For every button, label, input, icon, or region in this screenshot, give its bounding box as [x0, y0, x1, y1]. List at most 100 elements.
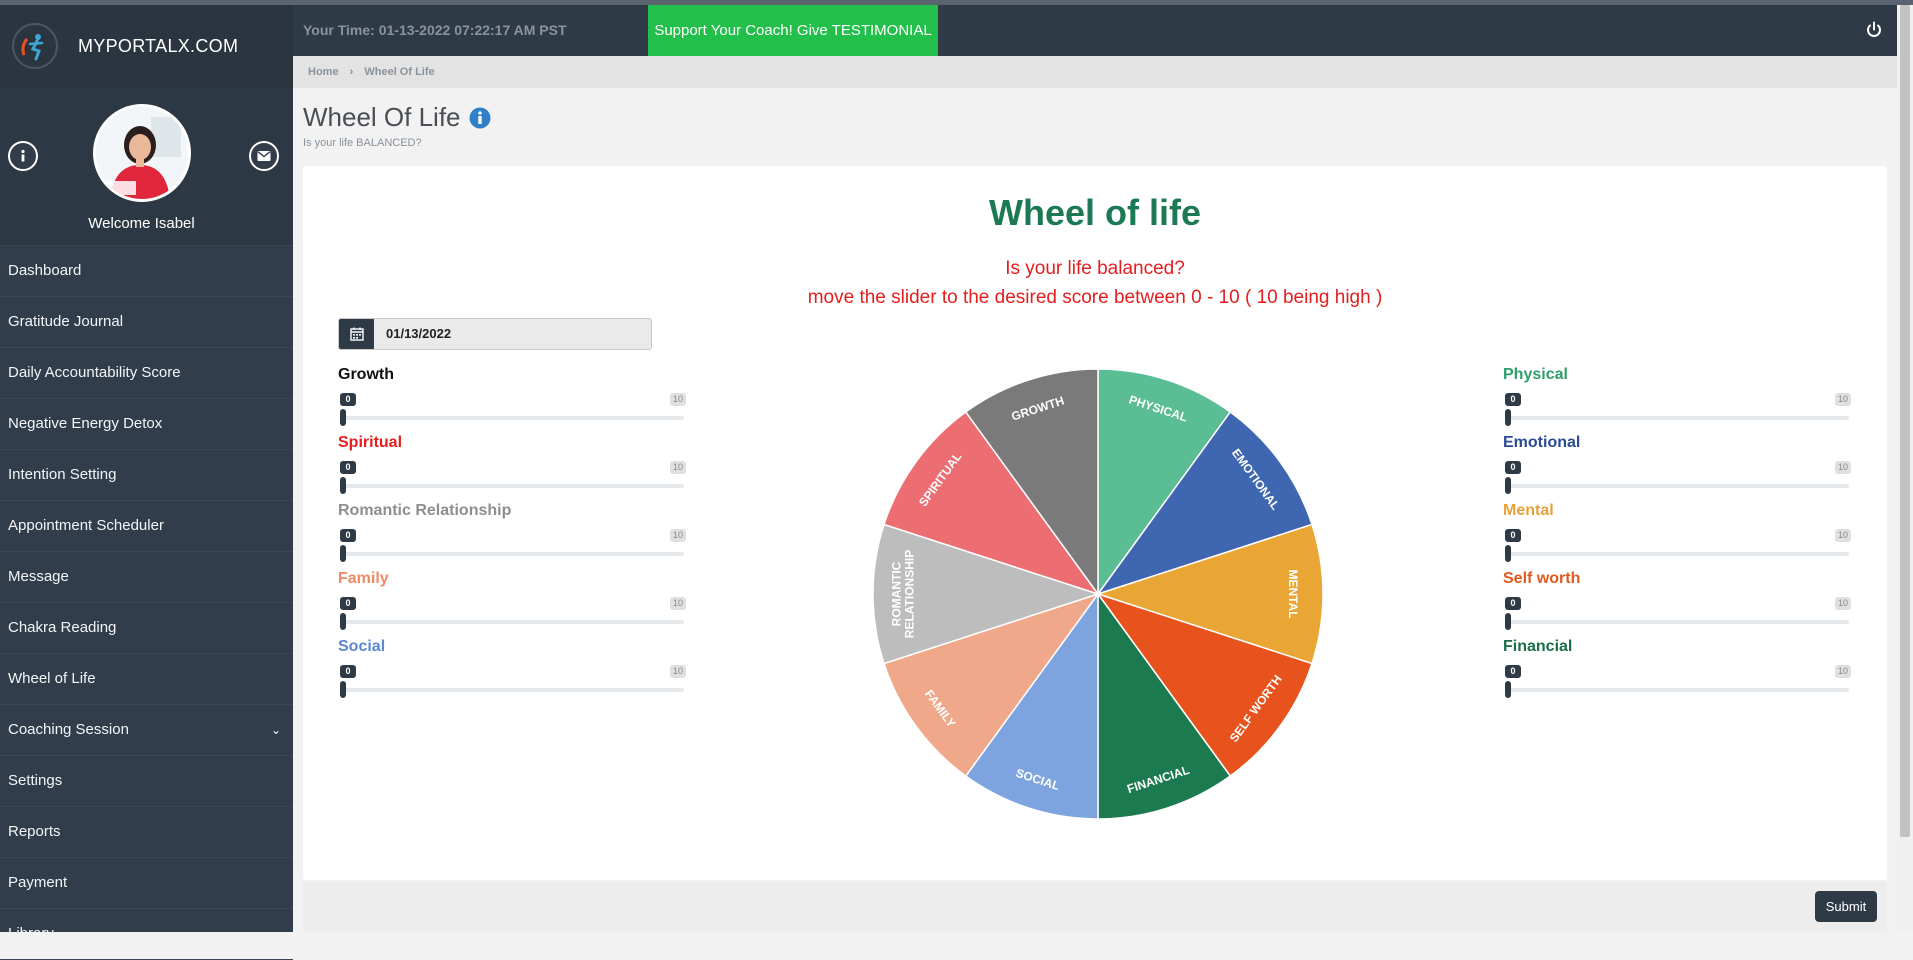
- sidebar-item-settings[interactable]: Settings: [0, 756, 293, 807]
- sidebar-nav: Dashboard Gratitude Journal Daily Accoun…: [0, 246, 293, 960]
- card-question: Is your life balanced? move the slider t…: [303, 254, 1887, 312]
- sidebar-item-dashboard[interactable]: Dashboard: [0, 246, 293, 297]
- footer-bar: [303, 882, 1887, 932]
- wheel-of-life-chart: PHYSICALEMOTIONALMENTALSELF WORTHFINANCI…: [872, 368, 1324, 820]
- slider-track[interactable]: [1505, 688, 1849, 692]
- info-icon: [21, 149, 25, 162]
- slider-handle[interactable]: [1505, 545, 1511, 562]
- slider-handle[interactable]: [1505, 409, 1511, 426]
- user-time: Your Time: 01-13-2022 07:22:17 AM PST: [303, 22, 567, 38]
- slider-handle[interactable]: [1505, 681, 1511, 698]
- slider-handle[interactable]: [340, 545, 346, 562]
- slider-max-badge: 10: [1835, 529, 1851, 542]
- slider-track[interactable]: [1505, 552, 1849, 556]
- slider-emotional[interactable]: Emotional 0 10: [1503, 434, 1851, 494]
- calendar-icon[interactable]: [339, 319, 374, 349]
- slider-physical[interactable]: Physical 0 10: [1503, 366, 1851, 426]
- sidebar-item-label: Appointment Scheduler: [8, 517, 164, 534]
- slider-handle[interactable]: [340, 477, 346, 494]
- slider-track[interactable]: [1505, 620, 1849, 624]
- slider-handle[interactable]: [1505, 477, 1511, 494]
- info-circle-icon[interactable]: [469, 107, 491, 129]
- avatar[interactable]: [93, 104, 191, 202]
- sidebar-item-reports[interactable]: Reports: [0, 807, 293, 858]
- slider-track[interactable]: [340, 484, 684, 488]
- question-line: Is your life balanced?: [1005, 258, 1185, 279]
- slider-min-badge: 0: [1505, 461, 1521, 474]
- slider-label: Mental: [1503, 502, 1554, 519]
- profile-panel: Welcome Isabel: [0, 87, 293, 246]
- slider-social[interactable]: Social 0 10: [338, 638, 686, 698]
- page-title-row: Wheel Of Life: [303, 102, 491, 133]
- slider-label: Family: [338, 570, 389, 587]
- slider-track[interactable]: [1505, 416, 1849, 420]
- slider-handle[interactable]: [340, 681, 346, 698]
- give-testimonial-button[interactable]: Support Your Coach! Give TESTIMONIAL: [648, 5, 938, 56]
- slider-max-badge: 10: [1835, 461, 1851, 474]
- instruction-line: move the slider to the desired score bet…: [807, 287, 1383, 308]
- slider-label: Growth: [338, 366, 394, 383]
- slider-min-badge: 0: [1505, 597, 1521, 610]
- slider-track[interactable]: [340, 688, 684, 692]
- wheel-segment-label: ROMANTICRELATIONSHIP: [890, 550, 917, 638]
- sidebar-item-label: Negative Energy Detox: [8, 415, 163, 432]
- welcome-text: Welcome Isabel: [88, 215, 195, 232]
- sidebar-item-library[interactable]: Library: [0, 909, 293, 960]
- slider-growth[interactable]: Growth 0 10: [338, 366, 686, 426]
- sidebar-item-label: Wheel of Life: [8, 670, 96, 687]
- sidebar-item-label: Settings: [8, 772, 63, 789]
- page-subtitle: Is your life BALANCED?: [303, 137, 422, 149]
- slider-track[interactable]: [1505, 484, 1849, 488]
- message-button[interactable]: [249, 141, 279, 171]
- slider-family[interactable]: Family 0 10: [338, 570, 686, 630]
- slider-min-badge: 0: [340, 393, 356, 406]
- submit-button[interactable]: Submit: [1815, 891, 1877, 922]
- slider-max-badge: 10: [670, 597, 686, 610]
- date-field[interactable]: 01/13/2022: [338, 318, 652, 350]
- slider-mental[interactable]: Mental 0 10: [1503, 502, 1851, 562]
- sidebar-item-gratitude-journal[interactable]: Gratitude Journal: [0, 297, 293, 348]
- slider-max-badge: 10: [1835, 665, 1851, 678]
- slider-track[interactable]: [340, 416, 684, 420]
- sidebar-item-payment[interactable]: Payment: [0, 858, 293, 909]
- top-header: Your Time: 01-13-2022 07:22:17 AM PST Su…: [293, 5, 1897, 56]
- slider-handle[interactable]: [340, 613, 346, 630]
- sidebar-item-chakra-reading[interactable]: Chakra Reading: [0, 603, 293, 654]
- date-value: 01/13/2022: [386, 326, 452, 341]
- sidebar-item-label: Dashboard: [8, 262, 82, 279]
- sidebar-item-intention-setting[interactable]: Intention Setting: [0, 450, 293, 501]
- slider-track[interactable]: [340, 552, 684, 556]
- sidebar-item-label: Library: [8, 925, 54, 942]
- slider-handle[interactable]: [1505, 613, 1511, 630]
- sidebar-item-daily-accountability-score[interactable]: Daily Accountability Score: [0, 348, 293, 399]
- slider-min-badge: 0: [340, 461, 356, 474]
- slider-min-badge: 0: [1505, 665, 1521, 678]
- slider-label: Self worth: [1503, 570, 1581, 587]
- sidebar: MYPORTALX.COM Welcome Isabel Dashboard G…: [0, 5, 293, 960]
- sidebar-item-label: Message: [8, 568, 69, 585]
- slider-track[interactable]: [340, 620, 684, 624]
- slider-self-worth[interactable]: Self worth 0 10: [1503, 570, 1851, 630]
- brand[interactable]: MYPORTALX.COM: [0, 5, 293, 87]
- slider-spiritual[interactable]: Spiritual 0 10: [338, 434, 686, 494]
- slider-handle[interactable]: [340, 409, 346, 426]
- slider-min-badge: 0: [340, 529, 356, 542]
- sidebar-item-coaching-session[interactable]: Coaching Session ⌄: [0, 705, 293, 756]
- sidebar-item-negative-energy-detox[interactable]: Negative Energy Detox: [0, 399, 293, 450]
- power-icon[interactable]: [1865, 21, 1883, 39]
- slider-max-badge: 10: [670, 393, 686, 406]
- breadcrumb-home[interactable]: Home: [308, 56, 339, 88]
- sidebar-item-message[interactable]: Message: [0, 552, 293, 603]
- slider-min-badge: 0: [340, 597, 356, 610]
- slider-max-badge: 10: [670, 529, 686, 542]
- slider-financial[interactable]: Financial 0 10: [1503, 638, 1851, 698]
- info-button[interactable]: [8, 141, 38, 171]
- slider-romantic-relationship[interactable]: Romantic Relationship 0 10: [338, 502, 686, 562]
- chevron-down-icon: ⌄: [270, 723, 281, 737]
- sidebar-item-appointment-scheduler[interactable]: Appointment Scheduler: [0, 501, 293, 552]
- sidebar-item-wheel-of-life[interactable]: Wheel of Life: [0, 654, 293, 705]
- slider-label: Spiritual: [338, 434, 403, 451]
- page-scrollbar[interactable]: [1897, 5, 1913, 932]
- slider-label: Physical: [1503, 366, 1568, 383]
- scrollbar-thumb[interactable]: [1900, 5, 1910, 837]
